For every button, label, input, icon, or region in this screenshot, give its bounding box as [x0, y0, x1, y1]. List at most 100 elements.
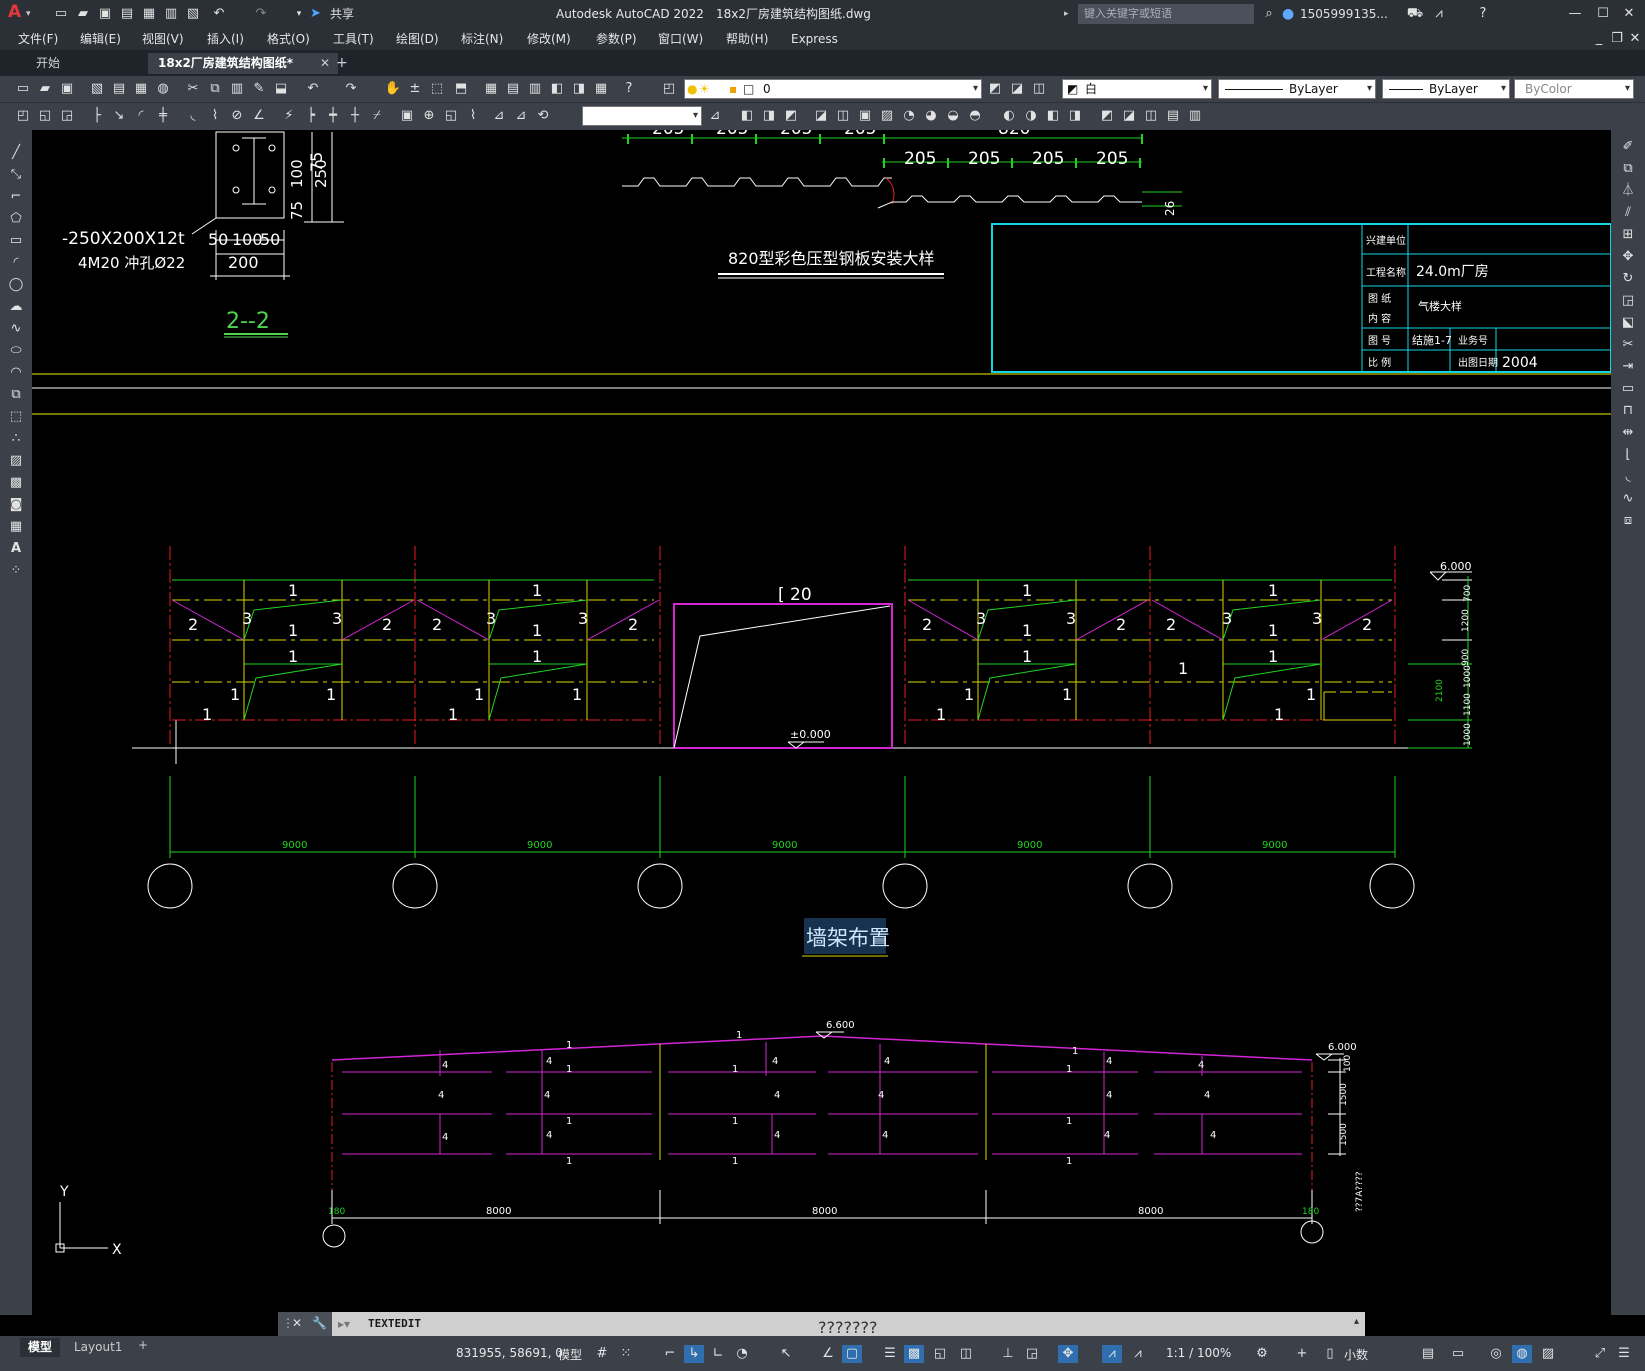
polyline-icon[interactable]: ⌐ [7, 188, 25, 206]
cut-icon[interactable]: ✂ [184, 80, 202, 98]
fillet-icon[interactable]: ◟ [1619, 468, 1637, 486]
menu-parametric[interactable]: 参数(P) [596, 31, 637, 47]
separate-icon[interactable]: ◩ [1098, 107, 1116, 125]
units-icon[interactable]: ▯ [1320, 1345, 1340, 1363]
lineweight-dropdown[interactable]: ByLayer ▾ [1382, 79, 1510, 99]
minimize-icon[interactable]: — [1566, 5, 1584, 23]
mirror-icon[interactable]: ⏃ [1619, 182, 1637, 200]
inspect-icon[interactable]: ◱ [442, 107, 460, 125]
copy-face-icon[interactable]: ◒ [944, 107, 962, 125]
grid-icon[interactable]: # [592, 1345, 612, 1363]
close-icon[interactable]: ✕ [292, 1316, 302, 1330]
isodraft-icon[interactable]: ↖ [776, 1345, 796, 1363]
command-line-handle[interactable]: ⋮ ✕ 🔧 [278, 1312, 332, 1338]
arc-icon[interactable]: ◜ [7, 254, 25, 272]
qnew-icon[interactable]: ▭ [14, 80, 32, 98]
dimbreak-icon[interactable]: ⌿ [368, 107, 386, 125]
history-chevron-icon[interactable]: ▴ [1354, 1316, 1359, 1327]
selection-cycling-icon[interactable]: ◱ [930, 1345, 950, 1363]
app-logo-icon[interactable]: A [8, 3, 21, 21]
print-icon[interactable]: ▧ [184, 5, 202, 23]
cart-icon[interactable]: ⛟ [1406, 5, 1424, 23]
doc-close-icon[interactable]: ✕ [1626, 30, 1644, 48]
move-face-icon[interactable]: ◫ [834, 107, 852, 125]
export-icon[interactable]: ▦ [140, 5, 158, 23]
tool-a-icon[interactable]: ◰ [14, 107, 32, 125]
publish-icon[interactable]: ▥ [162, 5, 180, 23]
tab-layout1[interactable]: Layout1 [68, 1338, 128, 1357]
share-icon[interactable]: ➤ [310, 5, 321, 23]
add-layout-button[interactable]: + [138, 1338, 148, 1352]
layer-previous-icon[interactable]: ◪ [1008, 80, 1026, 98]
menu-format[interactable]: 格式(O) [267, 31, 310, 47]
save-as-icon[interactable]: ▤ [118, 5, 136, 23]
zoom-realtime-icon[interactable]: ± [406, 80, 424, 98]
redo-icon[interactable]: ↷ [342, 80, 360, 98]
blend-icon[interactable]: ∿ [1619, 490, 1637, 508]
share-button[interactable]: 共享 [330, 5, 354, 23]
plotstyle-dropdown[interactable]: ByColor ▾ [1514, 79, 1634, 99]
dynamic-ucs-icon[interactable]: ⊥ [998, 1345, 1018, 1363]
maximize-icon[interactable]: ☐ [1594, 5, 1612, 23]
lock-ui-icon[interactable]: ▭ [1448, 1345, 1468, 1363]
gizmo-icon[interactable]: ✥ [1058, 1345, 1078, 1363]
continue-dim-icon[interactable]: ┿ [324, 107, 342, 125]
region-icon[interactable]: ◙ [7, 496, 25, 514]
markup-icon[interactable]: ◨ [570, 80, 588, 98]
menu-tools[interactable]: 工具(T) [333, 31, 374, 47]
section-icon[interactable]: ▥ [1186, 107, 1204, 125]
offset-face-icon[interactable]: ▣ [856, 107, 874, 125]
insert-block-icon[interactable]: ⧉ [7, 386, 25, 404]
search-input[interactable]: 键入关键字或短语 [1078, 4, 1254, 24]
jogged-linear-icon[interactable]: ⌇ [464, 107, 482, 125]
angular-dim-icon[interactable]: ∠ [250, 107, 268, 125]
rectangle-icon[interactable]: ▭ [7, 232, 25, 250]
dimstyle-icon[interactable]: ⊿ [706, 107, 724, 125]
extend-icon[interactable]: ⇥ [1619, 358, 1637, 376]
units-value[interactable]: 小数 [1344, 1346, 1368, 1363]
rotate-icon[interactable]: ↻ [1619, 270, 1637, 288]
layer-dropdown[interactable]: ● ☀ ▪ □ 0 ▾ [684, 79, 982, 99]
save-icon[interactable]: ▣ [58, 80, 76, 98]
radius-dim-icon[interactable]: ◟ [184, 107, 202, 125]
paste-icon[interactable]: ▥ [228, 80, 246, 98]
toolpalettes-icon[interactable]: ▥ [526, 80, 544, 98]
table-icon[interactable]: ▦ [7, 518, 25, 536]
transparency-icon[interactable]: ▩ [904, 1345, 924, 1363]
copy-icon[interactable]: ⧉ [206, 80, 224, 98]
jogged-dim-icon[interactable]: ⌇ [206, 107, 224, 125]
xline-icon[interactable]: ⤡ [7, 166, 25, 184]
offset-icon[interactable]: ⫽ [1619, 204, 1637, 222]
intersect-icon[interactable]: ◩ [782, 107, 800, 125]
copy-object-icon[interactable]: ⧉ [1619, 160, 1637, 178]
color-face-icon[interactable]: ◓ [966, 107, 984, 125]
sheetset-icon[interactable]: ◧ [548, 80, 566, 98]
otrack-icon[interactable]: ∠ [818, 1345, 838, 1363]
new-file-icon[interactable]: ▭ [52, 5, 70, 23]
workspace-gear-icon[interactable]: ⚙ [1252, 1345, 1272, 1363]
publish-icon[interactable]: ▦ [132, 80, 150, 98]
trim-icon[interactable]: ✂ [1619, 336, 1637, 354]
redo-icon[interactable]: ↷ [252, 5, 270, 23]
tolerance-icon[interactable]: ▣ [398, 107, 416, 125]
mtext-icon[interactable]: A [7, 540, 25, 558]
customize-icon[interactable]: 🔧 [312, 1316, 327, 1330]
search-icon[interactable]: ⌕ [1260, 5, 1278, 23]
selection-filter-icon[interactable]: ◲ [1022, 1345, 1042, 1363]
revcloud-icon[interactable]: ☁ [7, 298, 25, 316]
tab-model[interactable]: 模型 [20, 1338, 61, 1357]
color-dropdown[interactable]: ◩ 白 ▾ [1062, 79, 1212, 99]
annotation-scale[interactable]: 1:1 / 100% [1166, 1346, 1231, 1360]
undo-icon[interactable]: ↶ [210, 5, 228, 23]
slice-icon[interactable]: ▤ [1164, 107, 1182, 125]
autodesk-app-icon[interactable]: ⩘ [1430, 5, 1448, 23]
menu-file[interactable]: 文件(F) [18, 31, 58, 47]
aligned-dim-icon[interactable]: ↘ [110, 107, 128, 125]
union-icon[interactable]: ◧ [738, 107, 756, 125]
command-line[interactable]: ⋮ ✕ 🔧 ▸▾ TEXTEDIT ??????? ▴ [278, 1312, 1365, 1338]
diameter-dim-icon[interactable]: ⊘ [228, 107, 246, 125]
snap-icon[interactable]: ⁙ [616, 1345, 636, 1363]
make-current-icon[interactable]: ◩ [986, 80, 1004, 98]
user-icon[interactable]: ● [1282, 5, 1294, 23]
tool-c-icon[interactable]: ◲ [58, 107, 76, 125]
